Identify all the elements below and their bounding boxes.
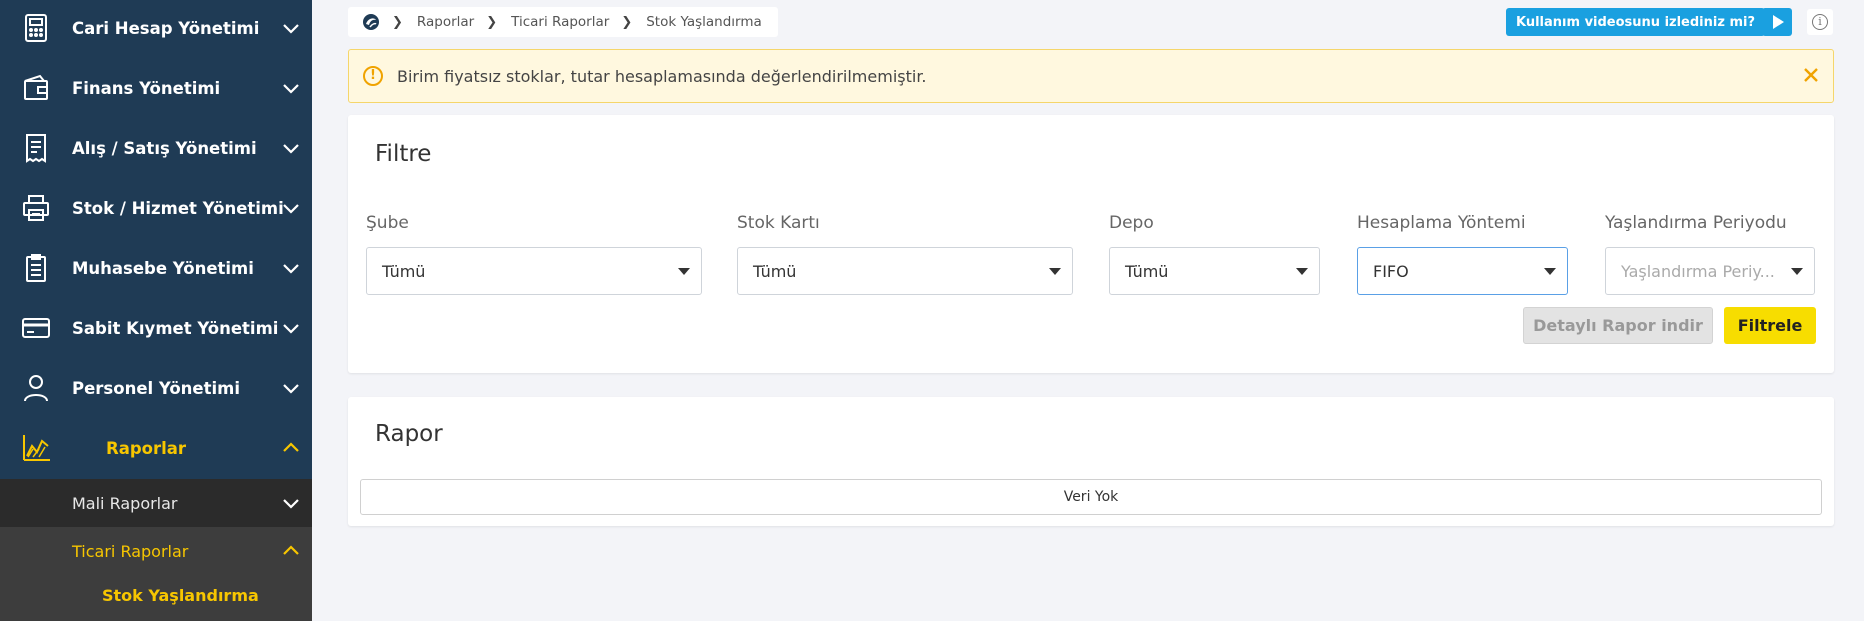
chevron-down-icon bbox=[283, 204, 299, 214]
chevron-up-icon bbox=[283, 545, 299, 555]
sidebar-item-raporlar[interactable]: Raporlar bbox=[0, 418, 312, 478]
sidebar-item-label: Finans Yönetimi bbox=[72, 78, 221, 98]
chevron-down-icon bbox=[283, 324, 299, 334]
wallet-icon bbox=[24, 74, 48, 100]
select-value: Tümü bbox=[753, 262, 797, 281]
sidebar: Cari Hesap Yönetimi Finans Yönetimi Alış… bbox=[0, 0, 312, 621]
report-card: Rapor Veri Yok bbox=[348, 397, 1834, 526]
breadcrumb: ❯ Raporlar ❯ Ticari Raporlar ❯ Stok Yaşl… bbox=[348, 7, 778, 37]
warning-icon: ! bbox=[363, 66, 383, 86]
depo-select[interactable]: Tümü bbox=[1109, 247, 1320, 295]
chevron-up-icon bbox=[283, 442, 299, 452]
breadcrumb-ticari-raporlar[interactable]: Ticari Raporlar bbox=[511, 14, 609, 30]
sidebar-item-sabit-kiymet[interactable]: Sabit Kıymet Yönetimi bbox=[0, 298, 312, 358]
select-value: Tümü bbox=[382, 262, 426, 281]
yaslandirma-periyodu-select[interactable]: Yaşlandırma Periy... bbox=[1605, 247, 1815, 295]
empty-state: Veri Yok bbox=[360, 479, 1822, 515]
sube-select[interactable]: Tümü bbox=[366, 247, 702, 295]
field-label-yaslandirma-periyodu: Yaşlandırma Periyodu bbox=[1605, 213, 1787, 233]
sidebar-item-finans[interactable]: Finans Yönetimi bbox=[0, 58, 312, 118]
caret-down-icon bbox=[678, 268, 690, 275]
sidebar-item-muhasebe[interactable]: Muhasebe Yönetimi bbox=[0, 238, 312, 298]
hesaplama-yontemi-select[interactable]: FIFO bbox=[1357, 247, 1568, 295]
breadcrumb-raporlar[interactable]: Raporlar bbox=[417, 14, 474, 30]
chevron-right-icon: ❯ bbox=[621, 14, 633, 30]
info-button[interactable]: i bbox=[1807, 9, 1833, 35]
printer-box-icon bbox=[23, 195, 49, 221]
caret-down-icon bbox=[1544, 268, 1556, 275]
sidebar-item-label: Muhasebe Yönetimi bbox=[72, 258, 254, 278]
caret-down-icon bbox=[1296, 268, 1308, 275]
sidebar-item-stok-hizmet[interactable]: Stok / Hizmet Yönetimi bbox=[0, 178, 312, 238]
field-label-sube: Şube bbox=[366, 213, 409, 233]
caret-down-icon bbox=[1791, 268, 1803, 275]
chevron-down-icon bbox=[283, 499, 299, 509]
sidebar-item-label: Sabit Kıymet Yönetimi bbox=[72, 318, 279, 338]
chart-icon bbox=[23, 435, 50, 461]
field-label-stok-karti: Stok Kartı bbox=[737, 213, 820, 233]
filter-title: Filtre bbox=[375, 141, 432, 167]
filter-card: Filtre Şube Tümü Stok Kartı Tümü Depo Tü… bbox=[348, 115, 1834, 373]
breadcrumb-current: Stok Yaşlandırma bbox=[646, 14, 762, 30]
clipboard-icon bbox=[26, 254, 46, 282]
credit-card-icon bbox=[22, 318, 50, 338]
sidebar-item-personel[interactable]: Personel Yönetimi bbox=[0, 358, 312, 418]
chevron-down-icon bbox=[283, 264, 299, 274]
person-icon bbox=[24, 375, 48, 402]
stok-karti-select[interactable]: Tümü bbox=[737, 247, 1073, 295]
close-icon[interactable] bbox=[1799, 63, 1823, 87]
sidebar-item-label: Personel Yönetimi bbox=[72, 378, 241, 398]
chevron-down-icon bbox=[283, 384, 299, 394]
sidebar-subitem-label: Ticari Raporlar bbox=[72, 541, 189, 561]
play-icon[interactable] bbox=[1762, 8, 1792, 36]
sidebar-subitem-mali-raporlar[interactable]: Mali Raporlar bbox=[0, 479, 312, 527]
sidebar-item-alis-satis[interactable]: Alış / Satış Yönetimi bbox=[0, 118, 312, 178]
sidebar-item-cari-hesap[interactable]: Cari Hesap Yönetimi bbox=[0, 0, 312, 58]
sidebar-item-label: Cari Hesap Yönetimi bbox=[72, 18, 260, 38]
chevron-down-icon bbox=[283, 84, 299, 94]
info-icon: i bbox=[1812, 14, 1828, 30]
warning-alert: ! Birim fiyatsız stoklar, tutar hesaplam… bbox=[348, 49, 1834, 103]
logo-icon[interactable] bbox=[362, 13, 380, 31]
receipt-icon bbox=[26, 134, 46, 163]
sidebar-subitem-label: Mali Raporlar bbox=[72, 493, 178, 513]
caret-down-icon bbox=[1049, 268, 1061, 275]
detailed-report-download-button[interactable]: Detaylı Rapor indir bbox=[1523, 307, 1713, 344]
calculator-icon bbox=[25, 14, 47, 42]
select-value: Tümü bbox=[1125, 262, 1169, 281]
select-value: FIFO bbox=[1373, 262, 1409, 281]
select-placeholder: Yaşlandırma Periy... bbox=[1621, 262, 1775, 281]
chevron-right-icon: ❯ bbox=[392, 14, 403, 30]
field-label-hesaplama-yontemi: Hesaplama Yöntemi bbox=[1357, 213, 1526, 233]
report-title: Rapor bbox=[375, 421, 443, 447]
sidebar-subitem-ticari-raporlar[interactable]: Ticari Raporlar bbox=[0, 527, 312, 575]
field-label-depo: Depo bbox=[1109, 213, 1154, 233]
chevron-down-icon bbox=[283, 24, 299, 34]
sidebar-leaf-stok-yaslandirma[interactable]: Stok Yaşlandırma bbox=[102, 586, 259, 605]
sidebar-item-label: Alış / Satış Yönetimi bbox=[72, 138, 257, 158]
chevron-right-icon: ❯ bbox=[486, 14, 498, 30]
sidebar-item-label: Raporlar bbox=[106, 438, 187, 458]
filter-button[interactable]: Filtrele bbox=[1724, 307, 1816, 344]
alert-text: Birim fiyatsız stoklar, tutar hesaplamas… bbox=[397, 67, 927, 86]
sidebar-item-label: Stok / Hizmet Yönetimi bbox=[72, 198, 284, 218]
chevron-down-icon bbox=[283, 144, 299, 154]
video-help-button[interactable]: Kullanım videosunu izlediniz mi? bbox=[1506, 8, 1772, 36]
